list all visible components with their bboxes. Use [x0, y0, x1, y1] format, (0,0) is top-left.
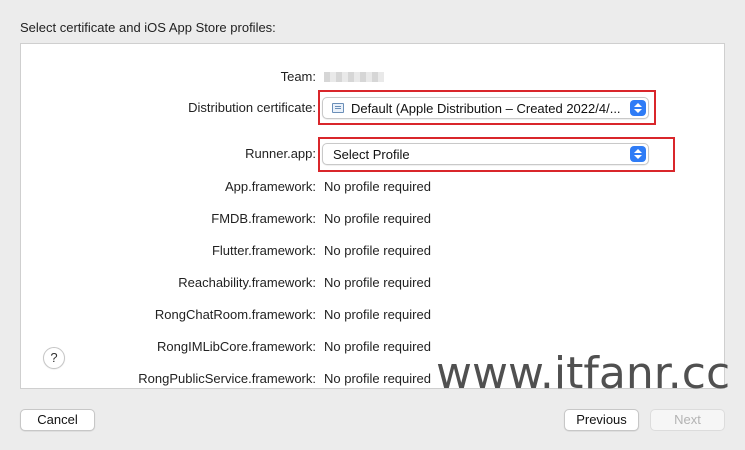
- framework-profile-status: No profile required: [324, 339, 431, 354]
- distribution-certificate-label: Distribution certificate:: [188, 100, 316, 115]
- framework-profile-status: No profile required: [324, 211, 431, 226]
- highlight-box-certificate: [318, 90, 656, 125]
- framework-row: App.framework: No profile required: [21, 176, 724, 198]
- framework-row: Flutter.framework: No profile required: [21, 240, 724, 262]
- framework-profile-status: No profile required: [324, 307, 431, 322]
- framework-profile-status: No profile required: [324, 275, 431, 290]
- watermark-text: www.itfanr.cc: [436, 348, 731, 399]
- next-button[interactable]: Next: [650, 409, 725, 431]
- framework-profile-status: No profile required: [324, 371, 431, 386]
- framework-row: Reachability.framework: No profile requi…: [21, 272, 724, 294]
- dialog-heading: Select certificate and iOS App Store pro…: [20, 20, 276, 35]
- framework-profile-status: No profile required: [324, 243, 431, 258]
- framework-label: RongIMLibCore.framework:: [157, 339, 316, 354]
- framework-label: Flutter.framework:: [211, 243, 316, 258]
- runner-app-label: Runner.app:: [245, 146, 316, 161]
- framework-label: RongPublicService.framework:: [138, 371, 316, 386]
- team-value-redacted: [324, 72, 384, 82]
- help-button[interactable]: ?: [43, 347, 65, 369]
- signing-panel: Team: Distribution certificate: Default …: [20, 43, 725, 389]
- framework-label: RongChatRoom.framework:: [154, 307, 316, 322]
- framework-label: App.framework:: [224, 179, 316, 194]
- framework-row: RongChatRoom.framework: No profile requi…: [21, 304, 724, 326]
- export-dialog: Select certificate and iOS App Store pro…: [0, 0, 745, 450]
- framework-label: FMDB.framework:: [211, 211, 316, 226]
- team-row: Team:: [21, 66, 724, 88]
- framework-profile-status: No profile required: [324, 179, 431, 194]
- cancel-button[interactable]: Cancel: [20, 409, 95, 431]
- framework-label: Reachability.framework:: [178, 275, 316, 290]
- framework-row: FMDB.framework: No profile required: [21, 208, 724, 230]
- previous-button[interactable]: Previous: [564, 409, 639, 431]
- team-label: Team:: [280, 69, 316, 84]
- highlight-box-runner: [318, 137, 675, 172]
